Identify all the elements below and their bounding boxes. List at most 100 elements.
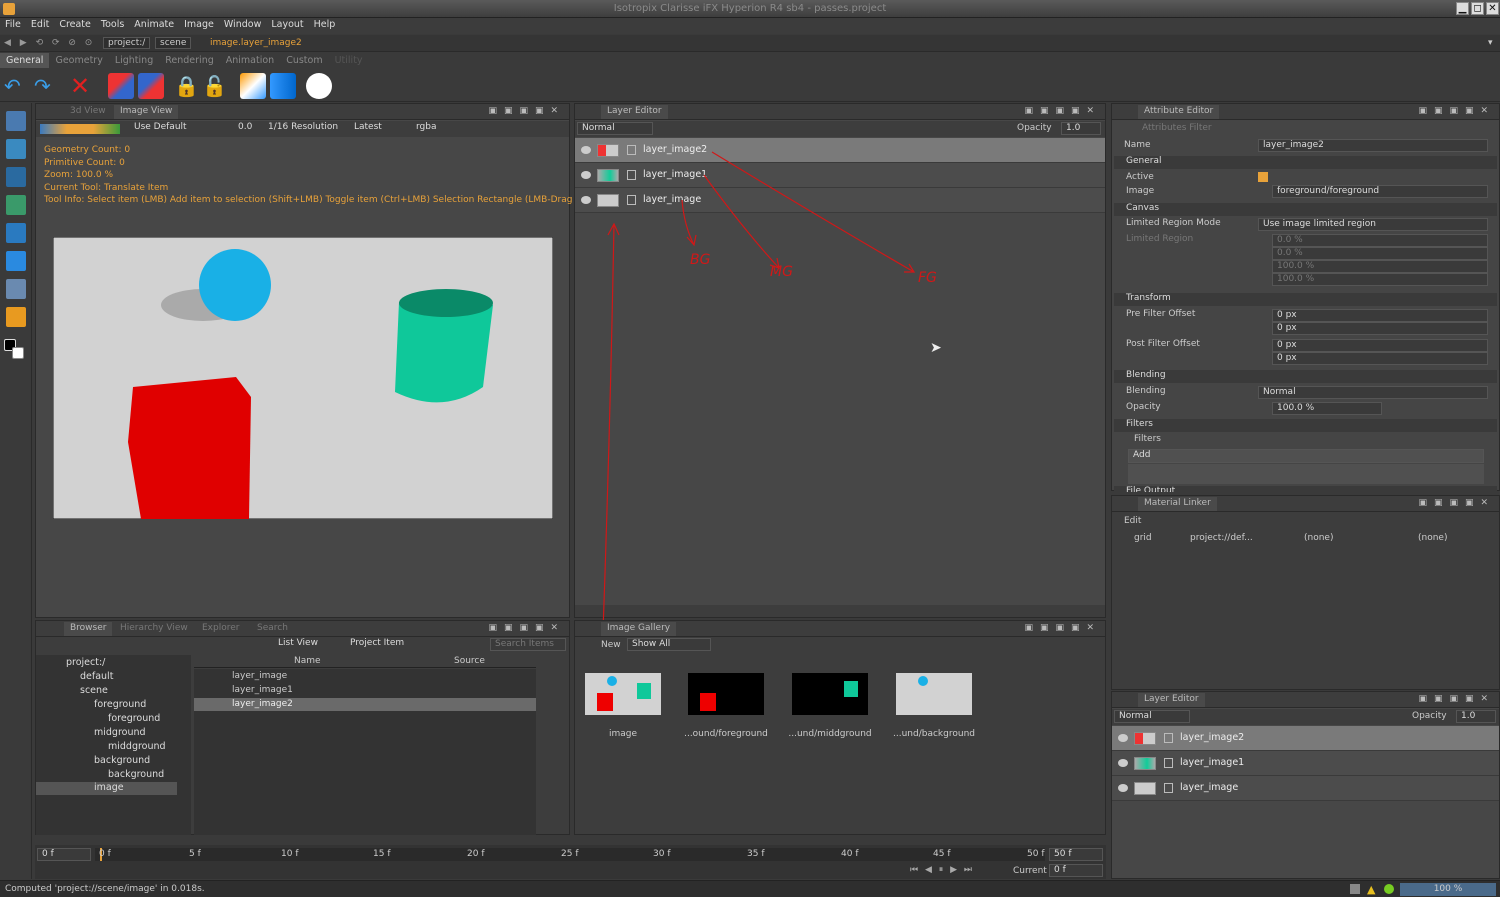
gallery-thumb-foreground[interactable] [688,673,764,715]
transform-tool-icon[interactable] [6,111,26,131]
nav-arrows-icon[interactable]: ◀ ▶ ⟲ ⟳ ⊘ ⊙ [4,38,95,48]
current-frame-field[interactable]: 0 f [1049,864,1103,877]
pre-filter-offset-field[interactable]: 0 px [1272,309,1488,322]
layer-row[interactable]: layer_image [1112,776,1499,801]
tree-foreground-item[interactable]: foreground [108,713,160,724]
panel-controls-icon[interactable]: ▣▣▣▣✕ [1418,106,1495,116]
name-field[interactable]: layer_image2 [1258,139,1488,152]
tree-middground-item[interactable]: middground [108,741,166,752]
layer-row[interactable]: layer_image1 [575,163,1105,188]
resolution-select[interactable]: 1/16 Resolution [264,122,348,135]
tree-background-folder[interactable]: background [94,755,150,766]
eye-icon[interactable] [1118,759,1128,767]
object-label[interactable]: grid [1134,533,1152,543]
menu-create[interactable]: Create [54,18,96,31]
breadcrumb-item[interactable]: image.layer_image2 [210,38,302,48]
add-filter-button[interactable]: Add [1128,449,1484,463]
post-filter-offset-field[interactable]: 0 px [1272,352,1488,365]
gallery-thumb-image[interactable] [585,673,661,715]
active-checkbox[interactable] [1258,172,1268,182]
delete-icon[interactable]: ✕ [70,73,96,99]
section-general[interactable]: General [1114,156,1497,169]
clip-map-select[interactable]: (none) [1304,533,1333,543]
end-frame-field[interactable]: 50 f [1049,848,1103,861]
panel-controls-icon[interactable]: ▣▣▣▣✕ [1024,106,1101,116]
tab-hierarchy-view[interactable]: Hierarchy View [114,622,194,636]
panel-controls-icon[interactable]: ▣▣▣▣✕ [1418,498,1495,508]
lock-icon[interactable]: 🔒 [174,73,200,99]
frame-select[interactable]: Latest [350,122,394,135]
tab-browser[interactable]: Browser [64,622,113,636]
eye-icon[interactable] [581,171,591,179]
tree-image[interactable]: image [36,782,177,795]
breadcrumb-project[interactable]: project:/ [103,37,151,49]
blend-mode-select[interactable]: Normal [1114,710,1190,723]
tree-background-item[interactable]: background [108,769,164,780]
translate-tool-icon[interactable] [6,307,26,327]
shelf-tab-animation[interactable]: Animation [220,53,280,68]
instance-icon[interactable] [108,73,134,99]
new-button[interactable]: New [601,640,621,650]
timeline-track[interactable]: 0 f 5 f 10 f 15 f 20 f 25 f 30 f 35 f 40… [95,848,1045,861]
layer-row[interactable]: layer_image2 [575,138,1105,163]
manipulate-tool-icon[interactable] [6,251,26,271]
menu-animate[interactable]: Animate [129,18,179,31]
rendered-image[interactable] [53,237,553,519]
minimize-button[interactable]: ▁ [1456,2,1469,15]
script-icon[interactable] [306,73,332,99]
eye-icon[interactable] [581,146,591,154]
tree-scene[interactable]: scene [80,685,108,696]
log-icon[interactable] [1350,884,1360,894]
tab-3d-view[interactable]: 3d View [64,105,112,119]
item-type-select[interactable]: Project Item [346,638,484,651]
section-blending[interactable]: Blending [1114,370,1497,383]
gallery-thumb-middground[interactable] [792,673,868,715]
material-select[interactable]: project://def... [1190,533,1253,543]
list-item[interactable]: layer_image1 [232,685,293,695]
undo-icon[interactable]: ↶ [4,73,30,99]
display-select[interactable]: Use Default [130,122,214,135]
tab-search[interactable]: Search [251,622,294,636]
panel-controls-icon[interactable]: ▣▣▣▣✕ [488,106,565,116]
menu-edit[interactable]: Edit [26,18,54,31]
gallery-thumb-background[interactable] [896,673,972,715]
background-color-swatch[interactable] [12,347,24,359]
layer-row[interactable]: layer_image [575,188,1105,213]
tab-image-view[interactable]: Image View [114,105,179,119]
menu-image[interactable]: Image [179,18,219,31]
menu-tools[interactable]: Tools [96,18,129,31]
panel-controls-icon[interactable]: ▣▣▣▣✕ [1024,623,1101,633]
redo-icon[interactable]: ↷ [34,73,60,99]
displacement-select[interactable]: (none) [1418,533,1447,543]
menu-help[interactable]: Help [309,18,341,31]
unlock-icon[interactable]: 🔓 [202,73,228,99]
opacity-field[interactable]: 1.0 [1061,122,1101,135]
path-dropdown-icon[interactable]: ▾ [1488,38,1493,48]
search-items-input[interactable]: Search Items [490,638,566,651]
eyedropper-tool-icon[interactable] [6,167,26,187]
limited-region-mode-select[interactable]: Use image limited region [1258,218,1488,231]
layer-row[interactable]: layer_image1 [1112,751,1499,776]
eye-icon[interactable] [581,196,591,204]
view-mode-select[interactable]: List View [274,638,342,651]
attribute-filter-input[interactable]: Attributes Filter [1138,123,1493,136]
scatter-tool-icon[interactable] [6,223,26,243]
panel-controls-icon[interactable]: ▣▣▣▣✕ [488,623,565,633]
camera-tool-icon[interactable] [6,139,26,159]
tab-layer-editor-2[interactable]: Layer Editor [1138,693,1205,707]
list-item[interactable]: layer_image [232,671,287,681]
tree-default[interactable]: default [80,671,113,682]
blend-mode-select[interactable]: Normal [577,122,653,135]
shelf-tab-lighting[interactable]: Lighting [109,53,159,68]
section-canvas[interactable]: Canvas [1114,203,1497,216]
limited-region-field[interactable]: 100.0 % [1272,273,1488,286]
opacity-field[interactable]: 1.0 [1456,710,1496,723]
breadcrumb-scene[interactable]: scene [155,37,192,49]
tab-image-gallery[interactable]: Image Gallery [601,622,677,636]
column-name[interactable]: Name [294,656,321,666]
tab-material-linker[interactable]: Material Linker [1138,497,1217,511]
tree-foreground-folder[interactable]: foreground [94,699,146,710]
eye-icon[interactable] [1118,734,1128,742]
maximize-button[interactable]: ◻ [1471,2,1484,15]
menu-window[interactable]: Window [219,18,266,31]
